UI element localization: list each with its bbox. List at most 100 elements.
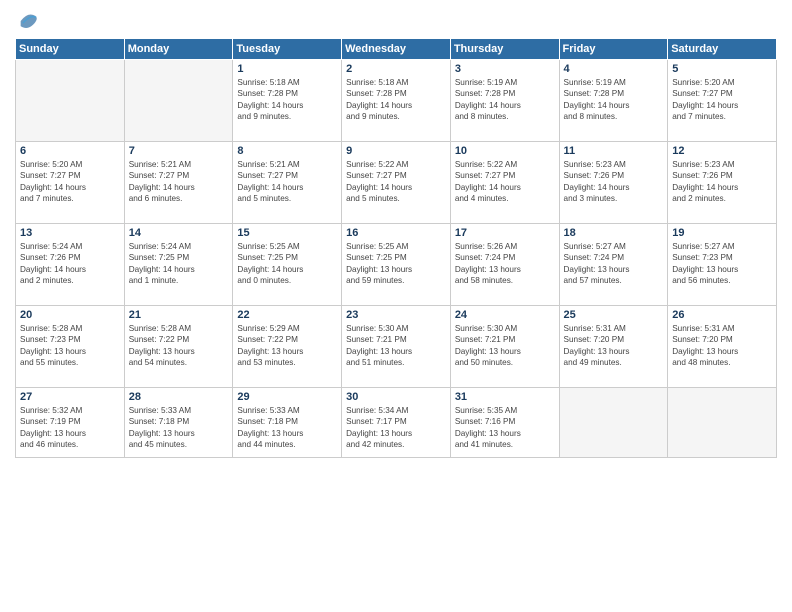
day-info: Sunrise: 5:29 AM Sunset: 7:22 PM Dayligh…	[237, 323, 337, 369]
day-number: 13	[20, 227, 120, 239]
calendar-day-cell	[16, 60, 125, 142]
day-info: Sunrise: 5:33 AM Sunset: 7:18 PM Dayligh…	[237, 405, 337, 451]
weekday-header: Wednesday	[342, 39, 451, 60]
day-info: Sunrise: 5:18 AM Sunset: 7:28 PM Dayligh…	[346, 77, 446, 123]
day-info: Sunrise: 5:32 AM Sunset: 7:19 PM Dayligh…	[20, 405, 120, 451]
day-info: Sunrise: 5:30 AM Sunset: 7:21 PM Dayligh…	[346, 323, 446, 369]
calendar-day-cell: 25 Sunrise: 5:31 AM Sunset: 7:20 PM Dayli…	[559, 306, 668, 388]
calendar-day-cell: 3Sunrise: 5:19 AM Sunset: 7:28 PM Daylig…	[450, 60, 559, 142]
day-info: Sunrise: 5:28 AM Sunset: 7:22 PM Dayligh…	[129, 323, 229, 369]
calendar-day-cell: 23 Sunrise: 5:30 AM Sunset: 7:21 PM Dayli…	[342, 306, 451, 388]
calendar-day-cell	[124, 60, 233, 142]
day-number: 15	[237, 227, 337, 239]
day-info: Sunrise: 5:24 AM Sunset: 7:26 PM Dayligh…	[20, 241, 120, 287]
day-number: 24	[455, 309, 555, 321]
day-number: 25	[564, 309, 664, 321]
day-number: 10	[455, 145, 555, 157]
day-info: Sunrise: 5:27 AM Sunset: 7:23 PM Dayligh…	[672, 241, 772, 287]
calendar-week-row: 27 Sunrise: 5:32 AM Sunset: 7:19 PM Dayli…	[16, 388, 777, 458]
logo	[15, 10, 39, 32]
day-number: 8	[237, 145, 337, 157]
day-number: 28	[129, 391, 229, 403]
day-info: Sunrise: 5:19 AM Sunset: 7:28 PM Dayligh…	[564, 77, 664, 123]
calendar-day-cell: 30 Sunrise: 5:34 AM Sunset: 7:17 PM Dayli…	[342, 388, 451, 458]
calendar-day-cell: 22 Sunrise: 5:29 AM Sunset: 7:22 PM Dayli…	[233, 306, 342, 388]
weekday-header: Tuesday	[233, 39, 342, 60]
day-number: 21	[129, 309, 229, 321]
day-info: Sunrise: 5:28 AM Sunset: 7:23 PM Dayligh…	[20, 323, 120, 369]
day-number: 30	[346, 391, 446, 403]
day-info: Sunrise: 5:24 AM Sunset: 7:25 PM Dayligh…	[129, 241, 229, 287]
calendar-day-cell: 18 Sunrise: 5:27 AM Sunset: 7:24 PM Dayli…	[559, 224, 668, 306]
day-number: 3	[455, 63, 555, 75]
day-number: 23	[346, 309, 446, 321]
weekday-header: Monday	[124, 39, 233, 60]
calendar-day-cell: 17Sunrise: 5:26 AM Sunset: 7:24 PM Dayli…	[450, 224, 559, 306]
day-number: 5	[672, 63, 772, 75]
day-number: 18	[564, 227, 664, 239]
logo-icon	[17, 10, 39, 32]
day-info: Sunrise: 5:22 AM Sunset: 7:27 PM Dayligh…	[346, 159, 446, 205]
day-info: Sunrise: 5:35 AM Sunset: 7:16 PM Dayligh…	[455, 405, 555, 451]
day-info: Sunrise: 5:23 AM Sunset: 7:26 PM Dayligh…	[564, 159, 664, 205]
calendar-day-cell: 4 Sunrise: 5:19 AM Sunset: 7:28 PM Daylig…	[559, 60, 668, 142]
day-number: 14	[129, 227, 229, 239]
day-number: 1	[237, 63, 337, 75]
header	[15, 10, 777, 32]
day-info: Sunrise: 5:21 AM Sunset: 7:27 PM Dayligh…	[237, 159, 337, 205]
day-info: Sunrise: 5:21 AM Sunset: 7:27 PM Dayligh…	[129, 159, 229, 205]
weekday-header: Friday	[559, 39, 668, 60]
calendar-day-cell	[559, 388, 668, 458]
calendar-table: SundayMondayTuesdayWednesdayThursdayFrid…	[15, 38, 777, 458]
calendar-day-cell: 31 Sunrise: 5:35 AM Sunset: 7:16 PM Dayli…	[450, 388, 559, 458]
calendar-day-cell: 15Sunrise: 5:25 AM Sunset: 7:25 PM Dayli…	[233, 224, 342, 306]
calendar-page: SundayMondayTuesdayWednesdayThursdayFrid…	[0, 0, 792, 612]
day-info: Sunrise: 5:31 AM Sunset: 7:20 PM Dayligh…	[672, 323, 772, 369]
calendar-day-cell: 13 Sunrise: 5:24 AM Sunset: 7:26 PM Dayli…	[16, 224, 125, 306]
day-number: 17	[455, 227, 555, 239]
day-number: 7	[129, 145, 229, 157]
day-number: 29	[237, 391, 337, 403]
calendar-day-cell: 19 Sunrise: 5:27 AM Sunset: 7:23 PM Dayli…	[668, 224, 777, 306]
calendar-day-cell: 8 Sunrise: 5:21 AM Sunset: 7:27 PM Daylig…	[233, 142, 342, 224]
calendar-week-row: 1 Sunrise: 5:18 AM Sunset: 7:28 PM Daylig…	[16, 60, 777, 142]
weekday-header: Thursday	[450, 39, 559, 60]
calendar-day-cell: 21 Sunrise: 5:28 AM Sunset: 7:22 PM Dayli…	[124, 306, 233, 388]
calendar-day-cell: 5Sunrise: 5:20 AM Sunset: 7:27 PM Daylig…	[668, 60, 777, 142]
day-number: 6	[20, 145, 120, 157]
day-number: 20	[20, 309, 120, 321]
day-number: 27	[20, 391, 120, 403]
day-info: Sunrise: 5:22 AM Sunset: 7:27 PM Dayligh…	[455, 159, 555, 205]
calendar-day-cell: 28 Sunrise: 5:33 AM Sunset: 7:18 PM Dayli…	[124, 388, 233, 458]
calendar-day-cell: 10 Sunrise: 5:22 AM Sunset: 7:27 PM Dayli…	[450, 142, 559, 224]
day-info: Sunrise: 5:23 AM Sunset: 7:26 PM Dayligh…	[672, 159, 772, 205]
weekday-header: Saturday	[668, 39, 777, 60]
calendar-week-row: 6 Sunrise: 5:20 AM Sunset: 7:27 PM Daylig…	[16, 142, 777, 224]
day-number: 26	[672, 309, 772, 321]
calendar-day-cell: 27 Sunrise: 5:32 AM Sunset: 7:19 PM Dayli…	[16, 388, 125, 458]
calendar-day-cell: 29 Sunrise: 5:33 AM Sunset: 7:18 PM Dayli…	[233, 388, 342, 458]
day-info: Sunrise: 5:20 AM Sunset: 7:27 PM Dayligh…	[20, 159, 120, 205]
calendar-day-cell: 11Sunrise: 5:23 AM Sunset: 7:26 PM Dayli…	[559, 142, 668, 224]
day-number: 4	[564, 63, 664, 75]
day-info: Sunrise: 5:31 AM Sunset: 7:20 PM Dayligh…	[564, 323, 664, 369]
day-info: Sunrise: 5:27 AM Sunset: 7:24 PM Dayligh…	[564, 241, 664, 287]
day-info: Sunrise: 5:25 AM Sunset: 7:25 PM Dayligh…	[346, 241, 446, 287]
calendar-week-row: 13 Sunrise: 5:24 AM Sunset: 7:26 PM Dayli…	[16, 224, 777, 306]
calendar-day-cell: 6 Sunrise: 5:20 AM Sunset: 7:27 PM Daylig…	[16, 142, 125, 224]
calendar-day-cell: 12 Sunrise: 5:23 AM Sunset: 7:26 PM Dayli…	[668, 142, 777, 224]
day-info: Sunrise: 5:18 AM Sunset: 7:28 PM Dayligh…	[237, 77, 337, 123]
day-number: 12	[672, 145, 772, 157]
day-number: 19	[672, 227, 772, 239]
day-number: 31	[455, 391, 555, 403]
day-info: Sunrise: 5:33 AM Sunset: 7:18 PM Dayligh…	[129, 405, 229, 451]
calendar-day-cell: 16Sunrise: 5:25 AM Sunset: 7:25 PM Dayli…	[342, 224, 451, 306]
day-number: 2	[346, 63, 446, 75]
calendar-day-cell: 20 Sunrise: 5:28 AM Sunset: 7:23 PM Dayli…	[16, 306, 125, 388]
day-number: 22	[237, 309, 337, 321]
calendar-day-cell	[668, 388, 777, 458]
day-info: Sunrise: 5:34 AM Sunset: 7:17 PM Dayligh…	[346, 405, 446, 451]
calendar-week-row: 20 Sunrise: 5:28 AM Sunset: 7:23 PM Dayli…	[16, 306, 777, 388]
weekday-header-row: SundayMondayTuesdayWednesdayThursdayFrid…	[16, 39, 777, 60]
calendar-day-cell: 24Sunrise: 5:30 AM Sunset: 7:21 PM Dayli…	[450, 306, 559, 388]
